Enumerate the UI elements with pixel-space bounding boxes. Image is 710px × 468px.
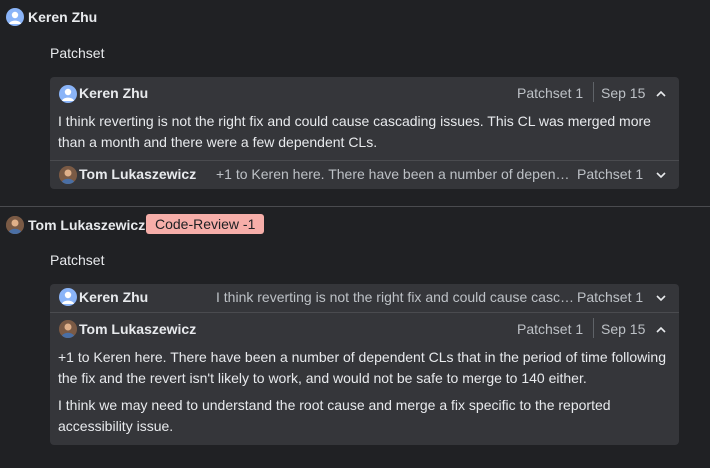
profile-photo-avatar	[59, 166, 77, 184]
person-avatar-icon	[6, 8, 24, 26]
comment-card: Keren Zhu Patchset 1 Sep 15 I think reve…	[50, 77, 679, 189]
comment-body-paragraph: +1 to Keren here. There have been a numb…	[58, 349, 666, 386]
thread-separator	[0, 206, 710, 207]
chevron-down-icon[interactable]	[654, 168, 668, 182]
comment-date: Sep 15	[601, 321, 646, 337]
comment-author[interactable]: Keren Zhu	[79, 85, 148, 101]
comment-body: I think reverting is not the right fix a…	[58, 113, 651, 150]
chevron-down-icon[interactable]	[654, 291, 668, 305]
profile-photo-avatar	[6, 216, 24, 234]
patchset-link[interactable]: Patchset 1	[517, 321, 583, 337]
comment-divider	[50, 312, 679, 313]
comment-card: Keren Zhu I think reverting is not the r…	[50, 284, 679, 445]
comment-author[interactable]: Keren Zhu	[79, 289, 148, 305]
comment-body-paragraph: I think we may need to understand the ro…	[58, 397, 611, 434]
chevron-up-icon[interactable]	[654, 323, 668, 337]
comment-author[interactable]: Tom Lukaszewicz	[79, 166, 196, 182]
person-avatar-icon	[59, 288, 77, 306]
thread-patchset-label: Patchset	[50, 45, 105, 61]
person-avatar-icon	[59, 85, 77, 103]
thread-patchset-label: Patchset	[50, 252, 105, 268]
thread-author-name[interactable]: Tom Lukaszewicz	[28, 217, 145, 233]
header-separator	[593, 82, 594, 102]
patchset-link[interactable]: Patchset 1	[577, 166, 643, 182]
header-separator	[593, 318, 594, 338]
comment-divider	[50, 160, 679, 161]
patchset-link[interactable]: Patchset 1	[517, 85, 583, 101]
chevron-up-icon[interactable]	[654, 87, 668, 101]
profile-photo-avatar	[59, 320, 77, 338]
comment-date: Sep 15	[601, 85, 646, 101]
thread-author-name[interactable]: Keren Zhu	[28, 9, 97, 25]
comment-summary: I think reverting is not the right fix a…	[216, 289, 574, 305]
code-review-vote-badge: Code-Review -1	[146, 214, 265, 234]
comment-summary: +1 to Keren here. There have been a numb…	[216, 166, 574, 182]
patchset-link[interactable]: Patchset 1	[577, 289, 643, 305]
comment-author[interactable]: Tom Lukaszewicz	[79, 321, 196, 337]
